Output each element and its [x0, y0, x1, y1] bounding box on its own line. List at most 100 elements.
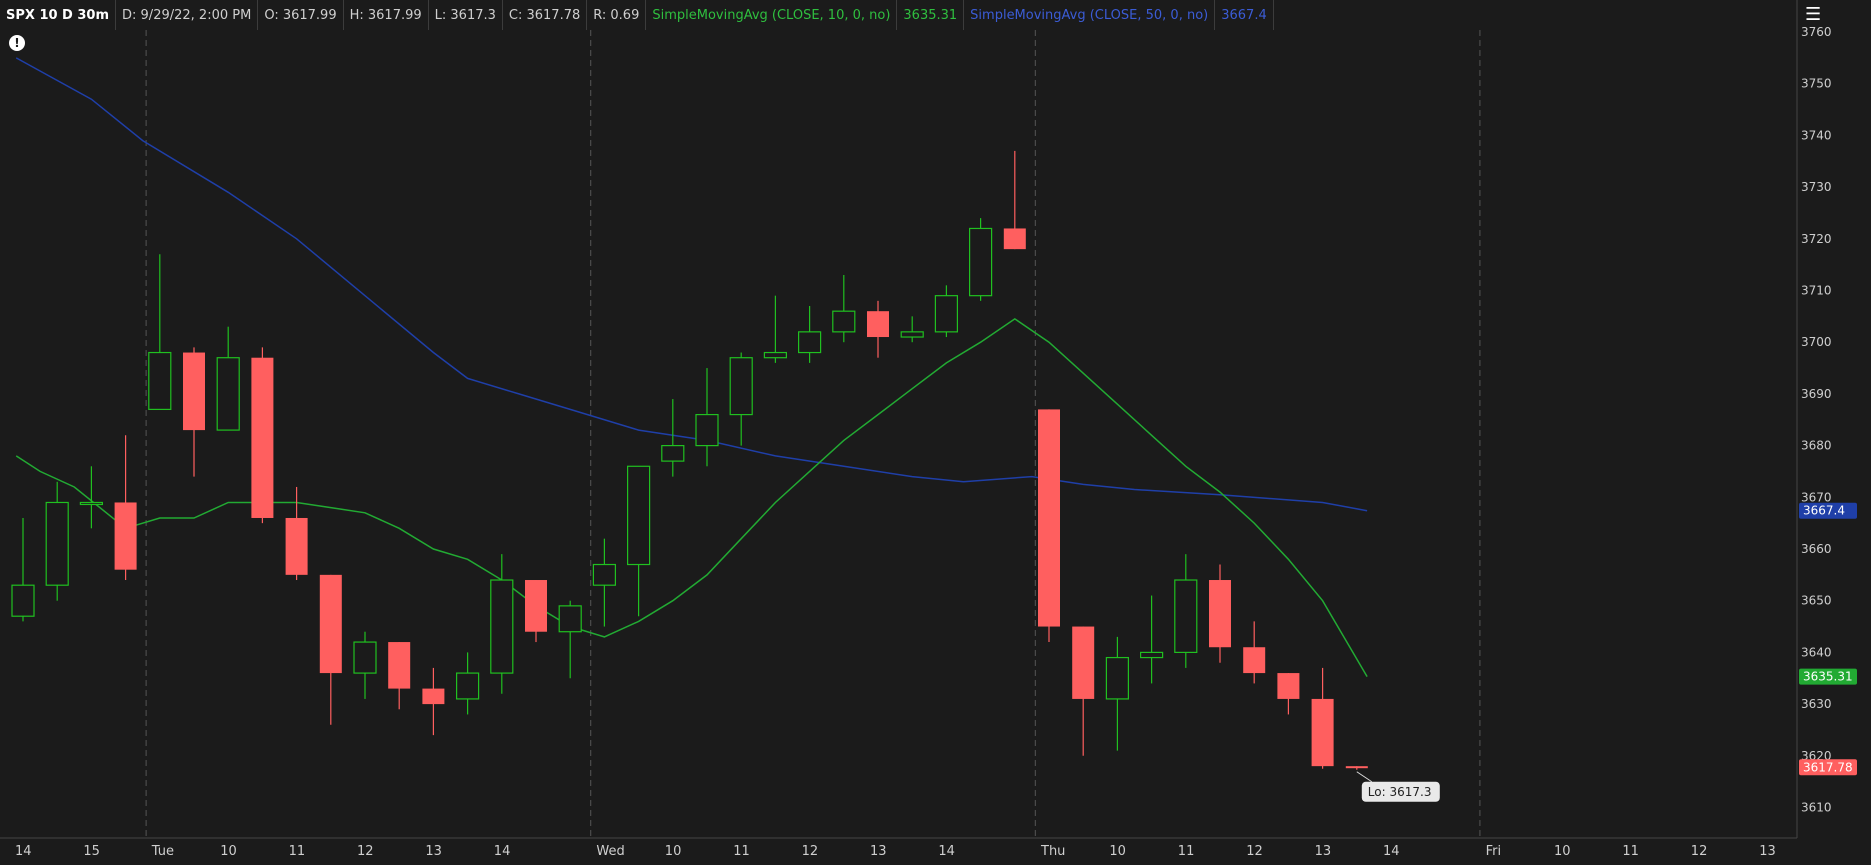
candle-body-up[interactable] [695, 413, 719, 447]
x-tick-label: 11 [1178, 844, 1195, 859]
candle-body-up[interactable] [79, 501, 104, 506]
candlestick-chart[interactable]: 3610362036303640365036603670368036903700… [0, 0, 1871, 861]
y-tick-label: 3760 [1801, 25, 1832, 39]
candle-body-down[interactable] [114, 502, 137, 570]
candle-body-down[interactable] [388, 642, 411, 689]
y-tick-label: 3730 [1801, 180, 1832, 194]
x-tick-label: 14 [494, 844, 511, 859]
candle-body-down[interactable] [422, 688, 445, 705]
x-tick-label: Thu [1040, 844, 1065, 859]
y-tick-label: 3710 [1801, 284, 1832, 298]
candle-body-down[interactable] [867, 311, 889, 338]
high-label: H: 3617.99 [344, 0, 429, 30]
chart-header: SPX 10 D 30m D: 9/29/22, 2:00 PM O: 3617… [0, 0, 1274, 30]
sma10-price-label: 3635.31 [1803, 670, 1853, 684]
low-bubble-label: Lo: 3617.3 [1368, 785, 1432, 799]
y-tick-label: 3630 [1801, 697, 1832, 711]
candle-body-up[interactable] [797, 331, 822, 354]
candle-body-up[interactable] [558, 605, 582, 633]
candle-body-up[interactable] [216, 357, 240, 431]
close-label: C: 3617.78 [503, 0, 588, 30]
sma10-study-value: 3635.31 [897, 0, 965, 30]
candle-body-up[interactable] [11, 584, 35, 617]
y-tick-label: 3750 [1801, 77, 1832, 91]
candle-body-down[interactable] [1311, 698, 1334, 767]
date-label: D: 9/29/22, 2:00 PM [116, 0, 259, 30]
x-tick-label: 10 [1554, 844, 1571, 859]
x-tick-label: 10 [220, 844, 237, 859]
symbol-label[interactable]: SPX 10 D 30m [0, 0, 117, 30]
chart-area[interactable]: 3610 3620 3630 3640 3650 3660 3670 3680 3690 3700… [0, 0, 1871, 861]
candle-body-up[interactable] [45, 501, 69, 586]
sma50-study-value: 3667.4 [1215, 0, 1274, 30]
candle-body-down[interactable] [1072, 626, 1095, 699]
x-tick-label: Tue [151, 844, 174, 859]
range-label: R: 0.69 [587, 0, 647, 30]
y-tick-label: 3680 [1801, 439, 1832, 453]
candle-body-up[interactable] [934, 295, 959, 333]
x-tick-label: 10 [665, 844, 682, 859]
x-tick-label: Fri [1486, 844, 1502, 859]
y-tick-label: 3700 [1801, 335, 1832, 349]
last-price-label: 3617.78 [1803, 760, 1853, 774]
sma50-study-label[interactable]: SimpleMovingAvg (CLOSE, 50, 0, no) [964, 0, 1216, 30]
candle-body-down[interactable] [525, 580, 547, 632]
candle-body-up[interactable] [353, 641, 377, 674]
y-tick-label: 3610 [1801, 801, 1832, 815]
candle-body-down[interactable] [1003, 228, 1026, 250]
x-tick-label: 14 [15, 844, 32, 859]
y-tick-label: 3720 [1801, 232, 1832, 246]
x-tick-label: 13 [1315, 844, 1332, 859]
candle-body-up[interactable] [626, 465, 651, 566]
candle-body-up[interactable] [1174, 579, 1198, 654]
candle-body-down[interactable] [1243, 647, 1266, 674]
x-tick-label: 12 [357, 844, 374, 859]
candle-body-up[interactable] [763, 351, 788, 359]
x-tick-label: 11 [289, 844, 306, 859]
candle-body-down[interactable] [319, 574, 342, 674]
sma50-price-label: 3667.4 [1803, 504, 1845, 518]
candle-body-down[interactable] [1209, 580, 1231, 648]
exclamation-icon[interactable]: ! [9, 35, 25, 51]
y-tick-label: 3670 [1801, 490, 1832, 504]
candle-body-up[interactable] [1139, 651, 1164, 659]
candle-body-down[interactable] [1345, 766, 1368, 769]
x-tick-label: 13 [425, 844, 442, 859]
x-tick-label: 13 [1759, 844, 1776, 859]
x-tick-label: 12 [802, 844, 819, 859]
x-tick-label: 12 [1691, 844, 1708, 859]
x-tick-label: 11 [1622, 844, 1639, 859]
candle-body-up[interactable] [490, 579, 514, 674]
y-tick-label: 3660 [1801, 542, 1832, 556]
sma10-study-label[interactable]: SimpleMovingAvg (CLOSE, 10, 0, no) [646, 0, 898, 30]
x-tick-label: 14 [938, 844, 955, 859]
candle-body-up[interactable] [968, 227, 993, 297]
candle-body-up[interactable] [900, 331, 924, 338]
candle-body-up[interactable] [456, 672, 480, 700]
candle-body-up[interactable] [661, 445, 685, 462]
chart-background [0, 0, 1871, 861]
candle-body-up[interactable] [832, 310, 856, 333]
candle-body-down[interactable] [285, 517, 308, 575]
x-tick-label: 11 [733, 844, 750, 859]
low-label: L: 3617.3 [429, 0, 503, 30]
candle-body-down[interactable] [183, 352, 205, 431]
y-tick-label: 3740 [1801, 128, 1832, 142]
candle-body-down[interactable] [1038, 409, 1060, 627]
x-tick-label: Wed [596, 844, 624, 859]
x-tick-label: 13 [870, 844, 887, 859]
y-tick-label: 3690 [1801, 387, 1832, 401]
candle-body-down[interactable] [251, 357, 274, 518]
candle-body-up[interactable] [729, 357, 753, 416]
y-tick-label: 3650 [1801, 594, 1832, 608]
open-label: O: 3617.99 [258, 0, 344, 30]
candle-body-up[interactable] [1105, 656, 1130, 700]
candle-body-down[interactable] [1277, 673, 1300, 699]
x-tick-label: 10 [1109, 844, 1126, 859]
x-tick-label: 15 [83, 844, 100, 859]
menu-icon[interactable]: ☰ [1805, 6, 1827, 24]
candle-body-up[interactable] [148, 351, 172, 411]
candle-body-up[interactable] [592, 563, 617, 586]
x-tick-label: 14 [1383, 844, 1400, 859]
y-tick-label: 3640 [1801, 645, 1832, 659]
